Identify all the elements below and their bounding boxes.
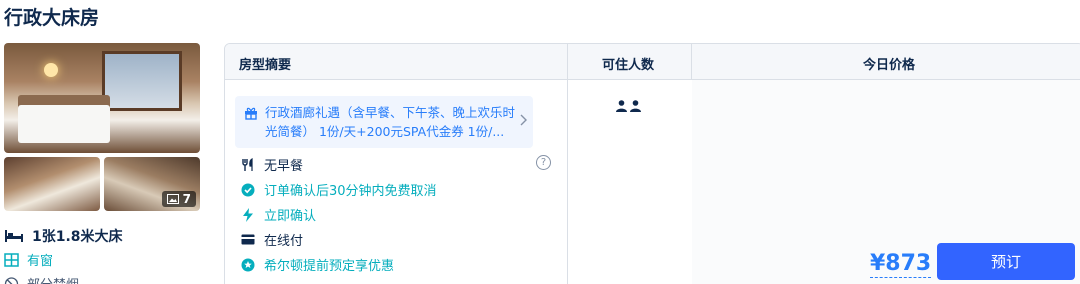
chevron-right-icon[interactable] [519,114,527,126]
window-icon [4,252,19,267]
room-offer-table: 房型摘要 可住人数 今日价格 行政酒廊礼遇（含早餐、下午茶、晚上欢乐时光简餐） … [224,43,1080,284]
table-header: 房型摘要 可住人数 今日价格 [225,44,1080,80]
photo-lamp-decor [44,63,58,77]
cancel-policy[interactable]: 订单确认后30分钟内免费取消 [241,180,437,199]
room-photo-thumb[interactable]: 7 [104,157,200,211]
header-occupancy: 可住人数 [602,58,655,73]
help-icon[interactable]: ? [536,155,551,170]
policy-label: 在线付 [264,234,304,249]
policy-label: 订单确认后30分钟内免费取消 [264,184,437,199]
guest-capacity [616,100,641,112]
policy-label: 立即确认 [264,209,317,224]
header-price: 今日价格 [863,58,916,73]
photo-count-badge[interactable]: 7 [161,191,196,207]
window-label: 有窗 [27,254,54,269]
payment-policy: 在线付 [241,230,303,249]
bed-icon [5,230,23,242]
room-photo-main[interactable] [4,43,200,153]
meal-policy: 无早餐 [241,155,303,174]
lightning-icon [243,207,253,222]
card-icon [241,234,255,245]
photo-window-decor [102,51,182,111]
room-photo-thumb[interactable] [4,157,100,211]
fork-knife-icon [241,157,253,171]
image-icon [166,194,179,204]
price-value[interactable]: ¥873 [870,251,932,278]
member-discount: 希尔顿提前预定享优惠 [241,255,394,274]
no-smoking-icon [4,276,19,284]
photo-bed-decor [18,105,110,143]
smoking-info: 部分禁烟 [4,274,79,284]
person-icon [630,100,641,112]
photo-count: 7 [182,192,191,206]
bed-info: 1张1.8米大床 [4,226,123,246]
book-button[interactable]: 预订 [937,243,1075,280]
check-circle-icon [241,183,255,196]
promo-text: 行政酒廊礼遇（含早餐、下午茶、晚上欢乐时光简餐） 1份/天+200元SPA代金券… [265,105,516,139]
window-info: 有窗 [4,250,53,269]
gift-icon [245,107,257,120]
person-icon [616,100,627,112]
policy-label: 希尔顿提前预定享优惠 [264,259,395,274]
bed-label: 1张1.8米大床 [32,229,123,245]
smoking-label: 部分禁烟 [27,274,79,284]
star-badge-icon [241,258,255,271]
header-summary: 房型摘要 [239,58,292,73]
policy-label: 无早餐 [264,159,304,174]
room-title: 行政大床房 [4,7,100,29]
confirm-policy: 立即确认 [241,205,316,224]
lounge-benefit-banner[interactable]: 行政酒廊礼遇（含早餐、下午茶、晚上欢乐时光简餐） 1份/天+200元SPA代金券… [235,96,533,148]
